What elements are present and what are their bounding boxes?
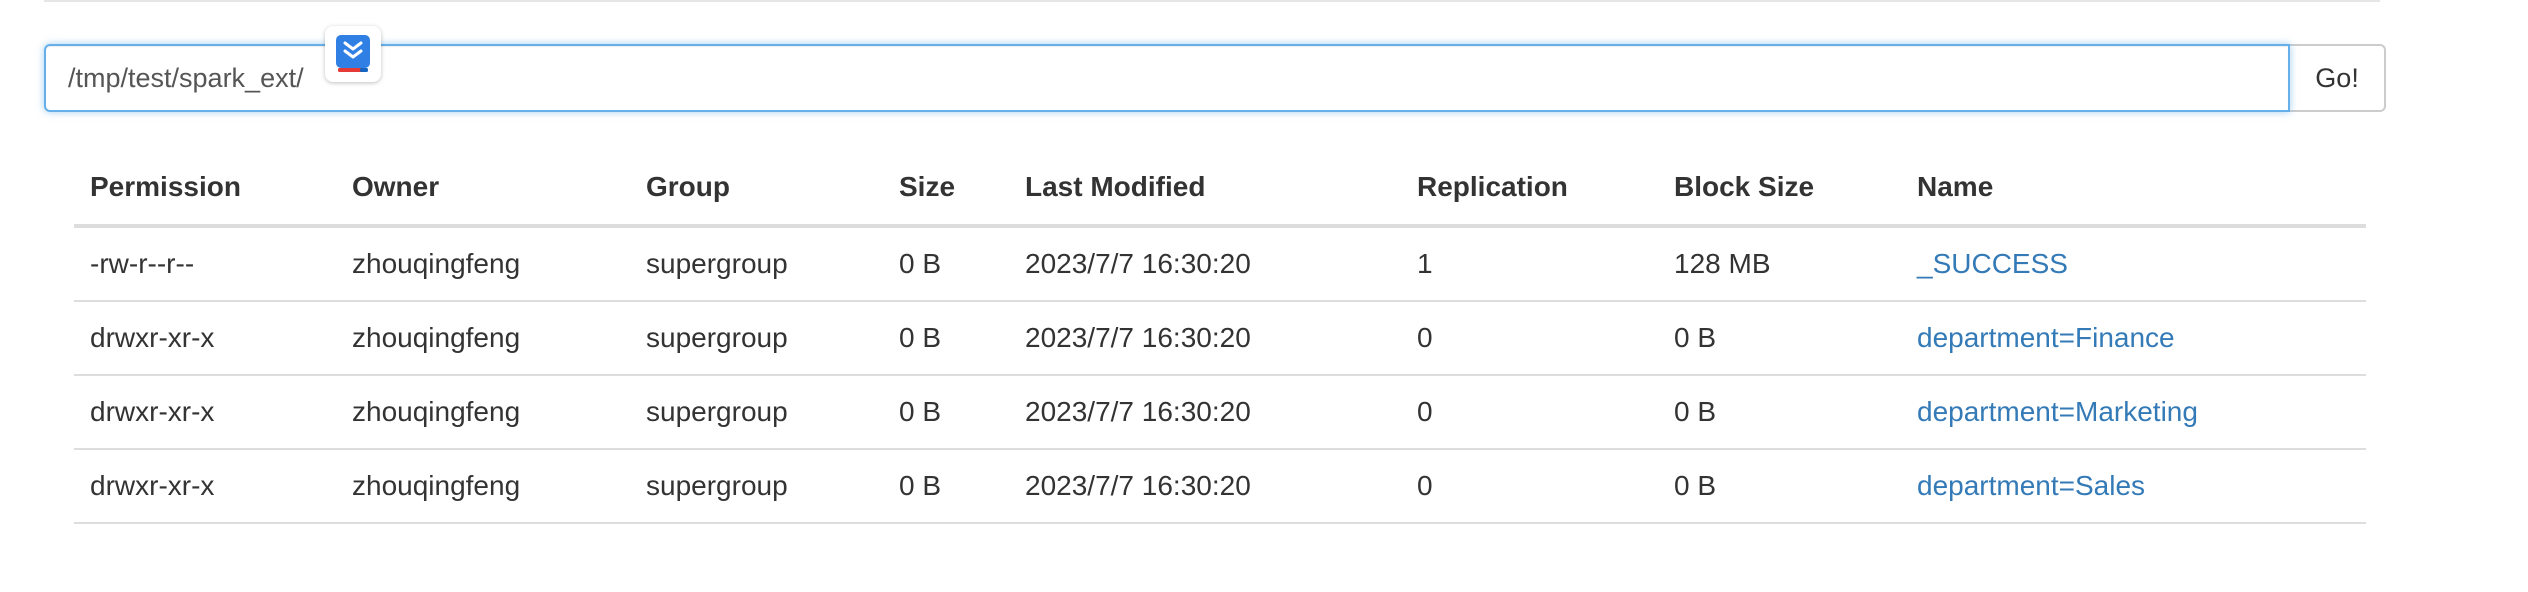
cell-group: supergroup [630, 226, 883, 302]
cell-name: department=Marketing [1901, 375, 2366, 450]
cell-last-modified: 2023/7/7 16:30:20 [1009, 375, 1401, 450]
cell-block-size: 128 MB [1658, 226, 1901, 302]
cell-block-size: 0 B [1658, 301, 1901, 376]
dir-link-finance[interactable]: department=Finance [1917, 322, 2175, 353]
cell-replication: 0 [1401, 449, 1658, 524]
cell-size: 0 B [883, 226, 1009, 302]
table-row: drwxr-xr-x zhouqingfeng supergroup 0 B 2… [74, 375, 2366, 450]
table-row: drwxr-xr-x zhouqingfeng supergroup 0 B 2… [74, 301, 2366, 376]
cell-last-modified: 2023/7/7 16:30:20 [1009, 226, 1401, 302]
cell-owner: zhouqingfeng [336, 449, 630, 524]
browser-extension-icon-glyph [336, 35, 370, 72]
path-bar: Go! [44, 26, 2386, 112]
cell-name: department=Sales [1901, 449, 2366, 524]
column-header-replication[interactable]: Replication [1401, 150, 1658, 228]
column-header-group[interactable]: Group [630, 150, 883, 228]
cell-last-modified: 2023/7/7 16:30:20 [1009, 449, 1401, 524]
cell-name: _SUCCESS [1901, 226, 2366, 302]
browser-extension-icon[interactable] [325, 26, 381, 82]
cell-replication: 1 [1401, 226, 1658, 302]
cell-permission: drwxr-xr-x [74, 375, 336, 450]
cell-permission: -rw-r--r-- [74, 226, 336, 302]
cell-block-size: 0 B [1658, 449, 1901, 524]
path-input-wrap [44, 26, 2291, 112]
column-header-name[interactable]: Name [1901, 150, 2366, 228]
cell-group: supergroup [630, 301, 883, 376]
table-header-row: Permission Owner Group Size Last Modifie… [74, 150, 2366, 228]
dir-link-marketing[interactable]: department=Marketing [1917, 396, 2198, 427]
cell-permission: drwxr-xr-x [74, 449, 336, 524]
file-link-success[interactable]: _SUCCESS [1917, 248, 2068, 279]
cell-block-size: 0 B [1658, 375, 1901, 450]
top-divider [44, 0, 2380, 2]
dir-link-sales[interactable]: department=Sales [1917, 470, 2145, 501]
cell-name: department=Finance [1901, 301, 2366, 376]
cell-owner: zhouqingfeng [336, 226, 630, 302]
column-header-size[interactable]: Size [883, 150, 1009, 228]
go-button[interactable]: Go! [2288, 44, 2386, 112]
cell-owner: zhouqingfeng [336, 301, 630, 376]
cell-group: supergroup [630, 375, 883, 450]
file-listing-table: Permission Owner Group Size Last Modifie… [74, 150, 2366, 524]
column-header-permission[interactable]: Permission [74, 150, 336, 228]
column-header-last-modified[interactable]: Last Modified [1009, 150, 1401, 228]
cell-size: 0 B [883, 301, 1009, 376]
cell-replication: 0 [1401, 301, 1658, 376]
cell-owner: zhouqingfeng [336, 375, 630, 450]
table-row: drwxr-xr-x zhouqingfeng supergroup 0 B 2… [74, 449, 2366, 524]
cell-size: 0 B [883, 449, 1009, 524]
column-header-block-size[interactable]: Block Size [1658, 150, 1901, 228]
cell-group: supergroup [630, 449, 883, 524]
cell-replication: 0 [1401, 375, 1658, 450]
column-header-owner[interactable]: Owner [336, 150, 630, 228]
table-row: -rw-r--r-- zhouqingfeng supergroup 0 B 2… [74, 226, 2366, 302]
cell-last-modified: 2023/7/7 16:30:20 [1009, 301, 1401, 376]
cell-size: 0 B [883, 375, 1009, 450]
cell-permission: drwxr-xr-x [74, 301, 336, 376]
